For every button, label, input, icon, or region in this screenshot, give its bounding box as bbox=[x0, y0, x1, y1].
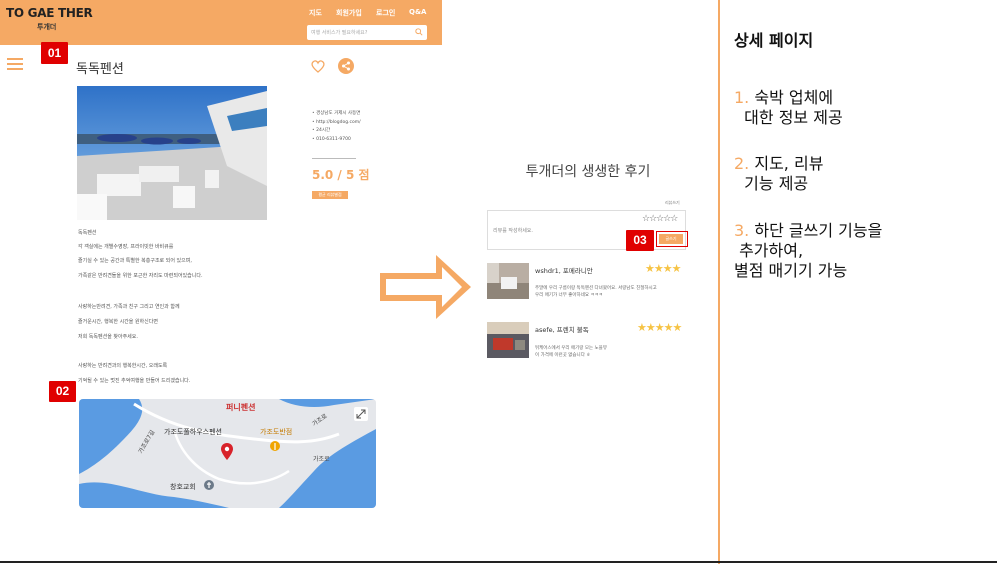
map-pin-icon[interactable] bbox=[221, 443, 233, 460]
badge-03: 03 bbox=[626, 230, 654, 251]
desc-line: 저희 독독펜션을 찾아주세요. bbox=[78, 334, 138, 340]
map-label: 퍼니펜션 bbox=[226, 403, 256, 412]
desc-line: 사랑하는반려견, 가족과 친구 그리고 연인과 함께 bbox=[78, 304, 180, 310]
arrow-right-icon bbox=[380, 255, 471, 319]
star-rating-input[interactable]: ☆☆☆☆☆ bbox=[642, 214, 678, 224]
search-placeholder: 여행 서비스가 필요하세요? bbox=[311, 30, 368, 36]
review-line: 이 가격에 이런곳 없습니다 ㅎ bbox=[535, 353, 591, 358]
badge-01: 01 bbox=[41, 42, 68, 64]
review-text: 뒤케어스에서 우리 애기랑 모는 노을뷰 이 가격에 이런곳 없습니다 ㅎ bbox=[535, 345, 607, 359]
review-stars: ★★★★★ bbox=[637, 321, 682, 334]
map-label: 가조로 bbox=[313, 456, 330, 463]
feature-line: 별점 매기기 가능 bbox=[734, 261, 848, 280]
nav-login[interactable]: 로그인 bbox=[376, 8, 395, 18]
feature-line: 하단 글쓰기 기능을 bbox=[754, 221, 883, 240]
desc-line: 사랑하는 반려견과의 행복한시간, 오래도록 bbox=[78, 363, 168, 369]
map-view[interactable]: 퍼니펜션 가조도풀하우스펜션 가조도반점 가조로 가조로7길 창호교회 가조로 bbox=[79, 399, 376, 508]
review-line: 뒤케어스에서 우리 애기랑 모는 노을뷰 bbox=[535, 346, 607, 351]
panel-title: 상세 페이지 bbox=[734, 31, 814, 50]
desc-line: 즐기실 수 있는 공간과 특별한 복층구조로 되어 있으며, bbox=[78, 258, 192, 264]
review-photo bbox=[487, 322, 529, 358]
site-header: TO GAE THER 투개더 지도 회원가입 로그인 Q&A 여행 서비스가 … bbox=[0, 0, 442, 45]
panel-divider bbox=[718, 0, 720, 564]
desc-line: 각 객실에는 개별수영장, 프라이빗한 바비큐를 bbox=[78, 244, 174, 250]
reviews-title: 투개더의 생생한 후기 bbox=[525, 164, 651, 180]
feature-item-3: 3. 하단 글쓰기 기능을 추가하여, 별점 매기기 가능 bbox=[734, 221, 882, 281]
desc-line: 즐거운시간, 행복한 시간을 원하신다면 bbox=[78, 319, 158, 325]
feature-line: 기능 제공 bbox=[734, 174, 809, 193]
feature-number: 3. bbox=[734, 221, 750, 240]
desc-line: 독독펜션 bbox=[78, 230, 97, 236]
feature-item-2: 2. 지도, 리뷰 기능 제공 bbox=[734, 154, 823, 194]
feature-item-1: 1. 숙박 업체에 대한 정보 제공 bbox=[734, 88, 843, 128]
church-icon bbox=[204, 480, 214, 490]
site-logo[interactable]: TO GAE THER bbox=[6, 6, 93, 20]
feature-line: 대한 정보 제공 bbox=[734, 108, 843, 127]
badge-02: 02 bbox=[49, 381, 76, 402]
share-icon[interactable] bbox=[338, 58, 354, 74]
review-author: asefe, 프렌치 불독 bbox=[535, 326, 589, 334]
pension-photo bbox=[77, 86, 267, 220]
info-phone: 010-6311-9700 bbox=[312, 136, 361, 145]
feature-line: 추가하여, bbox=[734, 241, 804, 260]
menu-icon[interactable] bbox=[7, 58, 23, 71]
review-line: 우리 애기가 너무 좋아하네요 ㅋㅋㅋ bbox=[535, 293, 603, 298]
info-hours: 24시간 bbox=[312, 127, 361, 136]
bottom-divider bbox=[0, 561, 997, 563]
map-label: 창호교회 bbox=[170, 483, 196, 491]
rating-button[interactable]: 평균 리뷰별점 bbox=[312, 191, 348, 199]
search-icon[interactable] bbox=[415, 28, 423, 36]
feature-number: 2. bbox=[734, 154, 750, 173]
pension-info: 경상남도 거제시 사등면 http://blogdog.com/ 24시간 01… bbox=[312, 110, 361, 144]
submit-review-button[interactable]: 글쓰기 bbox=[659, 234, 683, 244]
review-author: wshdr1, 포메라니안 bbox=[535, 267, 593, 275]
heart-icon[interactable] bbox=[310, 58, 326, 74]
divider bbox=[312, 158, 356, 159]
restaurant-icon bbox=[270, 441, 280, 451]
fullscreen-icon[interactable] bbox=[354, 407, 368, 421]
map-label: 가조도풀하우스펜션 bbox=[164, 428, 222, 436]
review-stars: ★★★★ bbox=[645, 262, 681, 275]
desc-line: 기억될 수 있는 멋진 추억여행을 만들어 드리겠습니다. bbox=[78, 378, 191, 384]
site-logo-sub: 투개더 bbox=[37, 23, 57, 31]
review-text: 주말에 우리 구름이랑 독독펜션 다녀왔어요. 서랑남도 친절하시고 우리 애기… bbox=[535, 285, 657, 299]
feature-line: 숙박 업체에 bbox=[754, 88, 834, 107]
nav-map[interactable]: 지도 bbox=[309, 8, 322, 18]
info-address: 경상남도 거제시 사등면 bbox=[312, 110, 361, 119]
review-line: 주말에 우리 구름이랑 독독펜션 다녀왔어요. 서랑남도 친절하시고 bbox=[535, 286, 657, 291]
nav-qna[interactable]: Q&A bbox=[409, 8, 426, 16]
write-review-label[interactable]: 리뷰쓰기 bbox=[665, 200, 680, 206]
rating-score: 5.0 / 5 점 bbox=[312, 168, 370, 182]
nav-signup[interactable]: 회원가입 bbox=[336, 8, 362, 18]
search-input[interactable]: 여행 서비스가 필요하세요? bbox=[307, 25, 427, 40]
info-website[interactable]: http://blogdog.com/ bbox=[312, 119, 361, 128]
feature-line: 지도, 리뷰 bbox=[754, 154, 824, 173]
page-title: 독독펜션 bbox=[76, 62, 124, 77]
review-photo bbox=[487, 263, 529, 299]
review-placeholder: 리뷰를 작성하세요. bbox=[493, 228, 533, 234]
map-label: 가조도반점 bbox=[260, 428, 293, 436]
feature-number: 1. bbox=[734, 88, 750, 107]
desc-line: 가족같은 반려견들을 위한 포근한 자리도 마련되어있습니다. bbox=[78, 273, 203, 279]
